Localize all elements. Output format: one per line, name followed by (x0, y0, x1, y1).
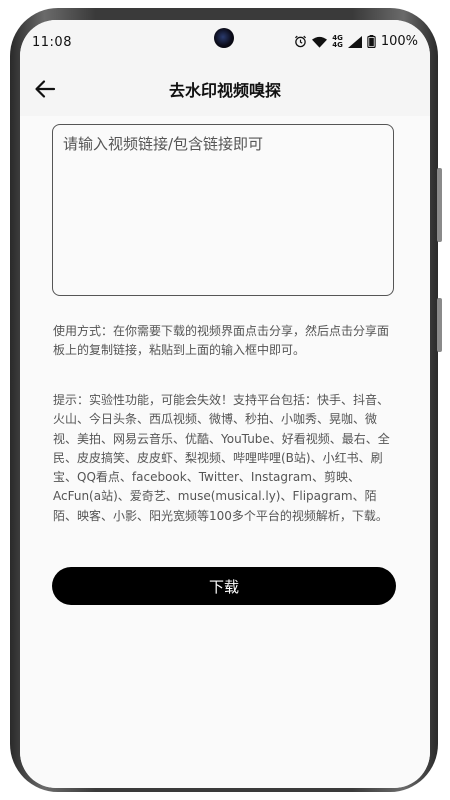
alarm-icon (295, 35, 307, 48)
battery-percent: 100% (380, 34, 418, 49)
volume-button (437, 168, 442, 242)
usage-instructions: 使用方式：在你需要下载的视频界面点击分享，然后点击分享面板上的复制链接，粘贴到上… (53, 324, 390, 357)
status-icons: 4G 4G 100% (294, 34, 418, 49)
status-bar: 11:08 4G 4G 100% (20, 20, 430, 62)
supported-platforms-tip: 提示：实验性功能，可能会失效！支持平台包括：快手、抖音、火山、今日头条、西瓜视频… (53, 393, 390, 523)
network-label-bottom: 4G (332, 40, 343, 49)
phone-screen: 11:08 4G 4G 100% 去水印视频嗅探 请输入视频链接/包含链接即可 … (20, 20, 430, 788)
front-camera (214, 28, 234, 48)
app-bar: 去水印视频嗅探 (20, 62, 430, 116)
battery-icon (367, 35, 376, 48)
power-button (437, 298, 442, 352)
wifi-icon (312, 36, 328, 48)
main-content: 使用方式：在你需要下载的视频界面点击分享，然后点击分享面板上的复制链接，粘贴到上… (20, 116, 430, 788)
network-type-label: 4G 4G (332, 34, 343, 49)
page-title: 去水印视频嗅探 (168, 81, 281, 100)
video-link-input[interactable] (52, 124, 394, 296)
signal-icon (347, 35, 362, 48)
status-time: 11:08 (32, 35, 72, 50)
download-button[interactable]: 下载 (52, 567, 396, 605)
